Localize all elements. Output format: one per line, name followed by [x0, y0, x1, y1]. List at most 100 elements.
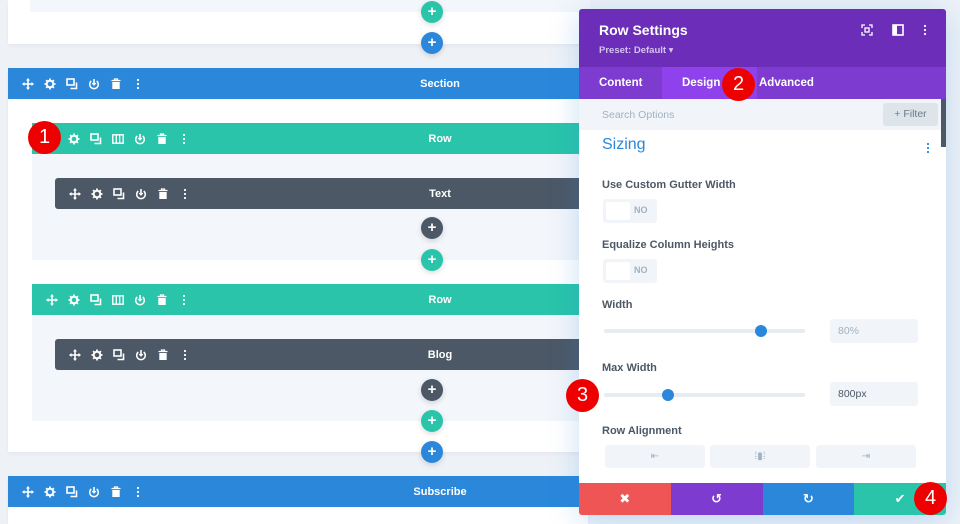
power-icon[interactable] — [129, 290, 151, 310]
max-width-slider[interactable] — [604, 389, 805, 401]
trash-icon[interactable] — [151, 129, 173, 149]
tab-advanced[interactable]: Advanced — [757, 67, 814, 99]
move-icon[interactable] — [64, 184, 86, 204]
module-bar[interactable]: Blog — [55, 339, 590, 370]
add-section-button[interactable]: + — [421, 441, 443, 463]
search-bar: + Filter — [579, 99, 946, 130]
fullscreen-icon[interactable] — [860, 23, 874, 37]
move-icon[interactable] — [17, 482, 39, 502]
close-icon: ✖ — [619, 491, 631, 506]
duplicate-icon[interactable] — [61, 482, 83, 502]
toggle-knob — [606, 202, 630, 220]
gear-icon[interactable] — [86, 184, 108, 204]
undo-button[interactable]: ↺ — [670, 483, 763, 515]
duplicate-icon[interactable] — [108, 345, 130, 365]
power-icon[interactable] — [130, 345, 152, 365]
preset-dropdown[interactable]: Preset: Default ▾ — [599, 45, 673, 56]
sizing-group-title[interactable]: Sizing — [602, 136, 646, 154]
row-settings-panel: Row Settings Preset: Default ▾ Content D… — [579, 9, 946, 515]
row-bar[interactable]: Row — [32, 284, 588, 315]
marker-4: 4 — [914, 482, 947, 515]
row-bar[interactable]: Row — [32, 123, 588, 154]
align-left-button[interactable]: ⇤ — [605, 445, 705, 468]
more-dots-icon[interactable] — [127, 482, 149, 502]
section-bar[interactable]: Section — [8, 68, 588, 99]
equalize-heights-toggle[interactable]: NO — [603, 259, 657, 283]
align-right-icon: ⇥ — [861, 451, 871, 462]
trash-icon[interactable] — [151, 290, 173, 310]
align-left-icon: ⇤ — [650, 451, 660, 462]
section-bar[interactable]: Subscribe — [8, 476, 588, 507]
panel-menu-icon[interactable] — [918, 23, 932, 37]
gear-icon[interactable] — [63, 129, 85, 149]
row-alignment-label: Row Alignment — [602, 425, 682, 437]
module-bar[interactable]: Text — [55, 178, 590, 209]
width-slider[interactable] — [604, 325, 805, 337]
gear-icon[interactable] — [63, 290, 85, 310]
align-center-icon: ⁞▮⁞ — [754, 451, 766, 462]
max-width-value-input[interactable] — [830, 382, 918, 406]
gutter-width-toggle[interactable]: NO — [603, 199, 657, 223]
add-row-button[interactable]: + — [421, 249, 443, 271]
marker-1: 1 — [28, 121, 61, 154]
group-menu-icon[interactable] — [926, 141, 930, 154]
width-value-input[interactable] — [830, 319, 918, 343]
align-right-button[interactable]: ⇥ — [816, 445, 916, 468]
cancel-button[interactable]: ✖ — [579, 483, 671, 515]
columns-icon[interactable] — [107, 129, 129, 149]
duplicate-icon[interactable] — [61, 74, 83, 94]
width-slider-handle[interactable] — [754, 325, 767, 337]
panel-title: Row Settings — [599, 22, 688, 38]
previous-row — [30, 0, 590, 12]
trash-icon[interactable] — [105, 482, 127, 502]
panel-header: Row Settings Preset: Default ▾ — [579, 9, 946, 67]
duplicate-icon[interactable] — [85, 129, 107, 149]
more-dots-icon[interactable] — [174, 345, 196, 365]
power-icon[interactable] — [83, 74, 105, 94]
gear-icon[interactable] — [86, 345, 108, 365]
marker-2: 2 — [722, 68, 755, 101]
add-module-button[interactable]: + — [421, 217, 443, 239]
width-label: Width — [602, 299, 633, 311]
more-dots-icon[interactable] — [173, 129, 195, 149]
power-icon[interactable] — [130, 184, 152, 204]
max-width-label: Max Width — [602, 362, 657, 374]
move-icon[interactable] — [41, 290, 63, 310]
move-icon[interactable] — [17, 74, 39, 94]
panel-scrollbar[interactable] — [941, 99, 946, 147]
gear-icon[interactable] — [39, 482, 61, 502]
trash-icon[interactable] — [152, 345, 174, 365]
move-icon[interactable] — [64, 345, 86, 365]
gear-icon[interactable] — [39, 74, 61, 94]
more-dots-icon[interactable] — [173, 290, 195, 310]
add-section-button[interactable]: + — [421, 32, 443, 54]
filter-button[interactable]: + Filter — [883, 103, 938, 126]
more-dots-icon[interactable] — [127, 74, 149, 94]
add-module-button[interactable]: + — [421, 379, 443, 401]
power-icon[interactable] — [83, 482, 105, 502]
checkmark-icon: ✔ — [894, 491, 906, 506]
tab-content[interactable]: Content — [579, 67, 662, 99]
columns-icon[interactable] — [107, 290, 129, 310]
max-width-slider-handle[interactable] — [662, 389, 675, 401]
gutter-width-label: Use Custom Gutter Width — [602, 179, 736, 191]
add-row-button[interactable]: + — [421, 1, 443, 23]
duplicate-icon[interactable] — [85, 290, 107, 310]
panel-footer: ✖ ↺ ↻ ✔ — [579, 483, 946, 515]
split-view-icon[interactable] — [891, 23, 905, 37]
toggle-state: NO — [634, 205, 648, 215]
redo-icon: ↻ — [802, 491, 814, 506]
add-row-button[interactable]: + — [421, 410, 443, 432]
trash-icon[interactable] — [152, 184, 174, 204]
equalize-heights-label: Equalize Column Heights — [602, 239, 735, 251]
trash-icon[interactable] — [105, 74, 127, 94]
undo-icon: ↺ — [711, 491, 723, 506]
duplicate-icon[interactable] — [108, 184, 130, 204]
redo-button[interactable]: ↻ — [762, 483, 855, 515]
power-icon[interactable] — [129, 129, 151, 149]
search-options-input[interactable] — [579, 99, 879, 130]
toggle-knob — [606, 262, 630, 280]
marker-3: 3 — [566, 379, 599, 412]
more-dots-icon[interactable] — [174, 184, 196, 204]
align-center-button[interactable]: ⁞▮⁞ — [710, 445, 810, 468]
